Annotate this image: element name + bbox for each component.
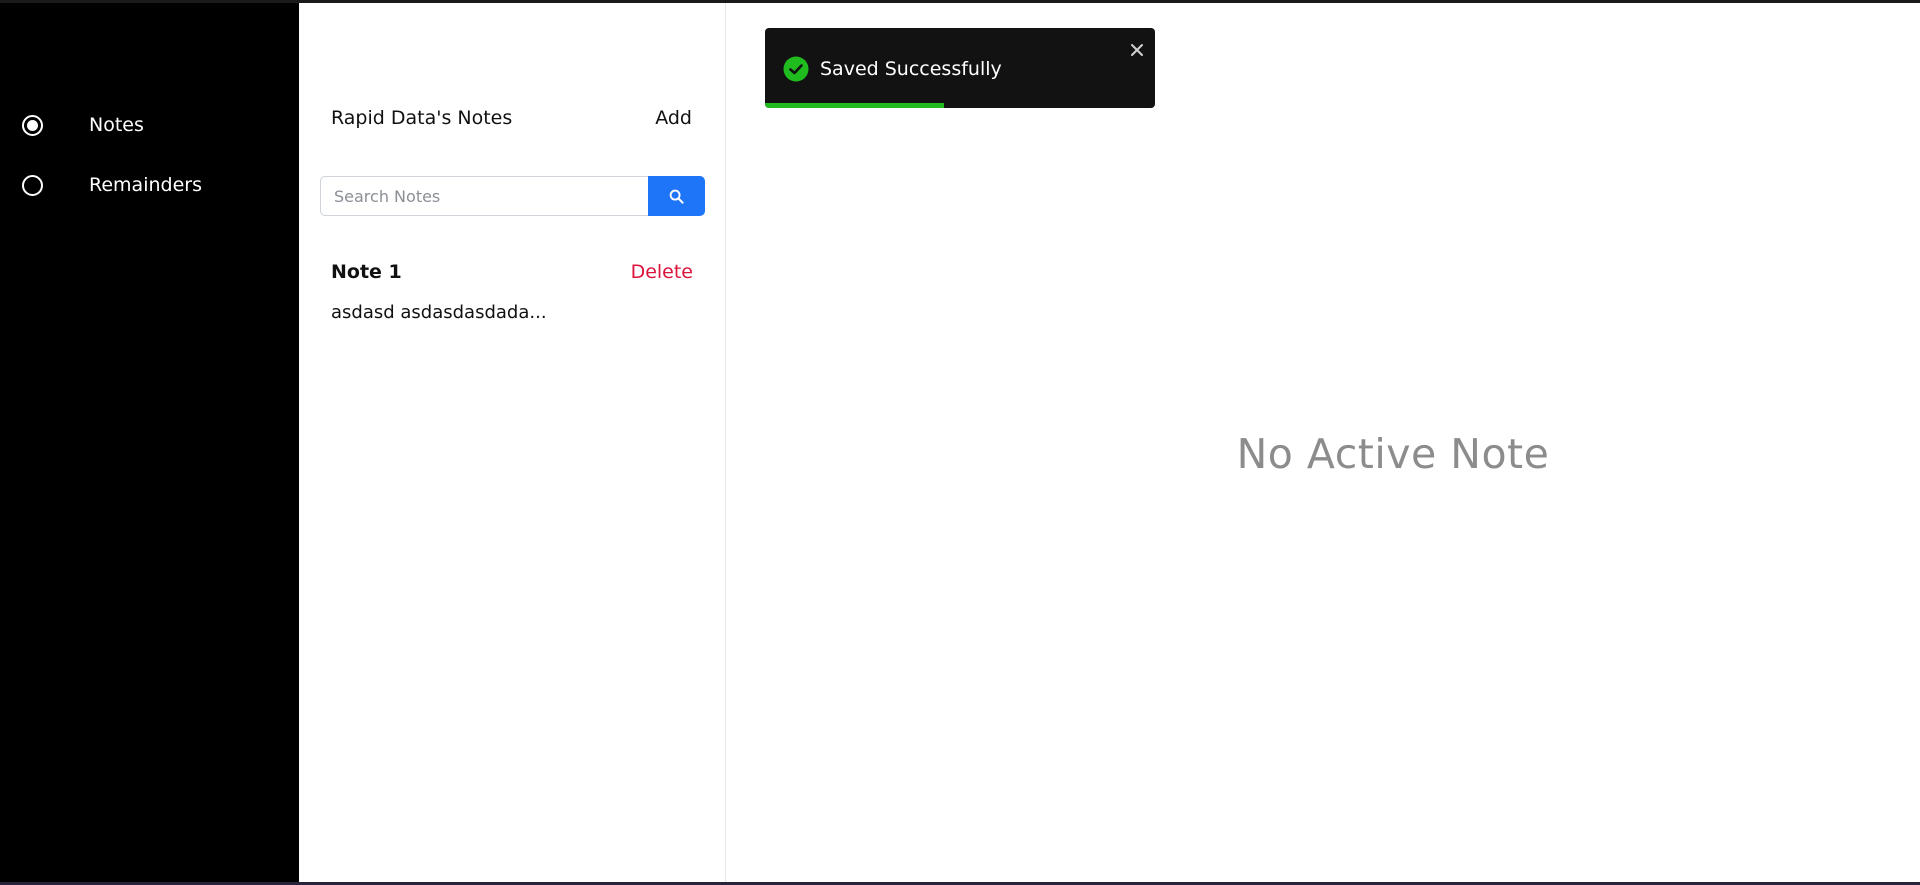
add-note-button[interactable]: Add bbox=[655, 107, 692, 129]
empty-state-message: No Active Note bbox=[1236, 430, 1550, 478]
sidebar-item-remainders[interactable]: Remainders bbox=[22, 171, 202, 199]
search-input[interactable] bbox=[320, 176, 648, 216]
note-editor-area: No Active Note bbox=[726, 3, 1920, 885]
notes-panel-title: Rapid Data's Notes bbox=[331, 107, 513, 129]
list-item[interactable]: Note 1 Delete asdasd asdasdasdada... bbox=[331, 261, 693, 323]
radio-empty-icon[interactable] bbox=[22, 174, 43, 196]
notes-panel: Rapid Data's Notes Add Note 1 Delete asd… bbox=[299, 3, 726, 885]
radio-dot bbox=[27, 119, 38, 131]
toast-message: Saved Successfully bbox=[820, 58, 1002, 80]
search-bar bbox=[320, 176, 705, 216]
close-icon[interactable] bbox=[1129, 42, 1145, 58]
radio-selected-icon[interactable] bbox=[22, 114, 43, 136]
sidebar-item-label: Remainders bbox=[89, 174, 202, 196]
app-window: Notes Remainders Rapid Data's Notes Add … bbox=[0, 0, 1920, 885]
search-button[interactable] bbox=[648, 176, 705, 216]
sidebar-item-label: Notes bbox=[89, 114, 144, 136]
search-icon bbox=[669, 189, 684, 204]
check-circle-icon bbox=[783, 56, 809, 82]
sidebar: Notes Remainders bbox=[0, 3, 299, 885]
toast-notification: Saved Successfully bbox=[765, 28, 1155, 108]
note-preview: asdasd asdasdasdada... bbox=[331, 302, 547, 323]
toast-progress-bar bbox=[765, 103, 945, 108]
sidebar-item-notes[interactable]: Notes bbox=[22, 111, 144, 139]
delete-note-button[interactable]: Delete bbox=[631, 261, 693, 283]
